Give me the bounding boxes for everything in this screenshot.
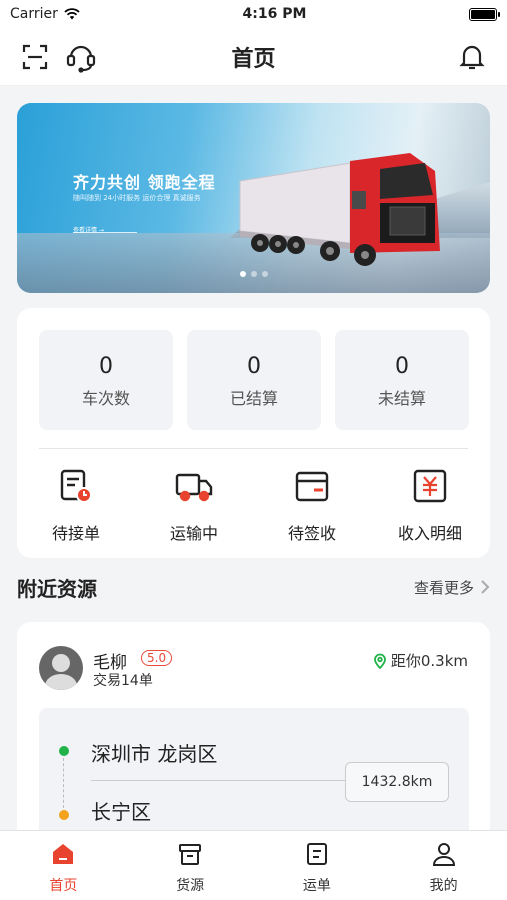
location-pin-icon — [373, 653, 386, 669]
tab-label: 我的 — [429, 878, 458, 894]
stat-unsettled[interactable]: 0 未结算 — [335, 330, 469, 430]
stat-label: 未结算 — [377, 389, 426, 408]
route-divider — [91, 780, 351, 781]
see-more-link[interactable]: 查看更多 — [414, 577, 490, 598]
pagination-dot[interactable] — [250, 271, 257, 277]
chevron-right-icon — [481, 580, 490, 594]
route-connector — [63, 758, 64, 808]
clock: 4:16 PM — [242, 6, 307, 22]
destination-dot — [59, 810, 69, 820]
action-pending-order[interactable]: 待接单 — [21, 466, 131, 544]
promo-banner[interactable]: 齐力共创 领跑全程 随叫随到 24小时服务 运价合理 真诚服务 查看详情 → — [17, 103, 490, 293]
carrier-label: Carrier — [10, 6, 58, 22]
action-income-detail[interactable]: 收入明细 — [375, 466, 485, 544]
action-label: 运输中 — [169, 524, 218, 543]
truck-illustration — [239, 153, 440, 266]
tab-label: 首页 — [49, 878, 78, 894]
distance-info: 距你0.3km — [373, 650, 468, 671]
route-destination: 长宁区 — [91, 800, 151, 824]
tab-profile[interactable]: 我的 — [380, 831, 507, 900]
bottom-tab-bar: 首页 货源 运单 我的 — [0, 830, 507, 900]
tab-waybill[interactable]: 运单 — [254, 831, 381, 900]
resource-card[interactable]: 毛柳 5.0 交易14单 距你0.3km 深圳市 龙岗区 1432.8km 长宁… — [17, 622, 490, 830]
status-bar: Carrier 4:16 PM — [0, 0, 507, 28]
stat-trip-count[interactable]: 0 车次数 — [39, 330, 173, 430]
stat-value: 0 — [395, 354, 409, 379]
stat-value: 0 — [247, 354, 261, 379]
package-icon — [295, 471, 329, 502]
section-title: 附近资源 — [17, 576, 97, 601]
top-nav-bar: 首页 — [0, 28, 507, 86]
deal-count: 交易14单 — [93, 673, 153, 689]
pagination-dot[interactable] — [261, 271, 268, 277]
route-box: 深圳市 龙岗区 1432.8km 长宁区 — [39, 708, 469, 830]
bell-icon[interactable] — [455, 40, 489, 74]
tab-cargo[interactable]: 货源 — [127, 831, 254, 900]
avatar — [39, 646, 83, 690]
tab-label: 运单 — [302, 878, 331, 894]
truck-icon — [175, 473, 213, 502]
stat-settled[interactable]: 0 已结算 — [187, 330, 321, 430]
banner-pagination — [17, 271, 490, 277]
stat-value: 0 — [99, 354, 113, 379]
route-distance-badge: 1432.8km — [345, 762, 449, 802]
banner-subline: 随叫随到 24小时服务 运价合理 真诚服务 — [73, 194, 201, 202]
stat-label: 已结算 — [229, 389, 278, 408]
distance-label: 距你0.3km — [390, 652, 468, 670]
profile-icon — [432, 843, 455, 866]
banner-headline: 齐力共创 领跑全程 — [73, 173, 216, 192]
action-awaiting-receipt[interactable]: 待签收 — [257, 466, 367, 544]
waybill-icon — [306, 843, 327, 865]
scan-icon[interactable] — [18, 40, 52, 74]
tab-label: 货源 — [176, 878, 205, 894]
pagination-dot[interactable] — [239, 271, 246, 277]
cargo-box-icon — [179, 844, 202, 865]
action-label: 收入明细 — [397, 524, 462, 543]
battery-icon — [469, 7, 500, 21]
divider — [39, 448, 468, 449]
route-origin: 深圳市 龙岗区 — [91, 742, 218, 766]
rating-badge: 5.0 — [141, 650, 173, 666]
pending-order-icon — [60, 469, 92, 503]
see-more-label: 查看更多 — [413, 578, 474, 597]
headset-icon[interactable] — [64, 40, 98, 74]
nearby-section-header: 附近资源 查看更多 — [17, 572, 490, 602]
stats-card: 0 车次数 0 已结算 0 未结算 待接单 运输中 待签收 收入明细 — [17, 308, 490, 558]
stat-label: 车次数 — [81, 389, 130, 408]
origin-dot — [59, 746, 69, 756]
action-in-transit[interactable]: 运输中 — [139, 466, 249, 544]
tab-home[interactable]: 首页 — [0, 831, 127, 900]
home-content: 齐力共创 领跑全程 随叫随到 24小时服务 运价合理 真诚服务 查看详情 → 0 — [0, 86, 507, 830]
wifi-icon — [64, 8, 80, 20]
action-label: 待接单 — [51, 524, 100, 543]
banner-cta[interactable]: 查看详情 → — [73, 225, 137, 234]
action-label: 待签收 — [287, 524, 336, 543]
income-icon — [413, 469, 447, 503]
home-icon — [53, 844, 74, 864]
